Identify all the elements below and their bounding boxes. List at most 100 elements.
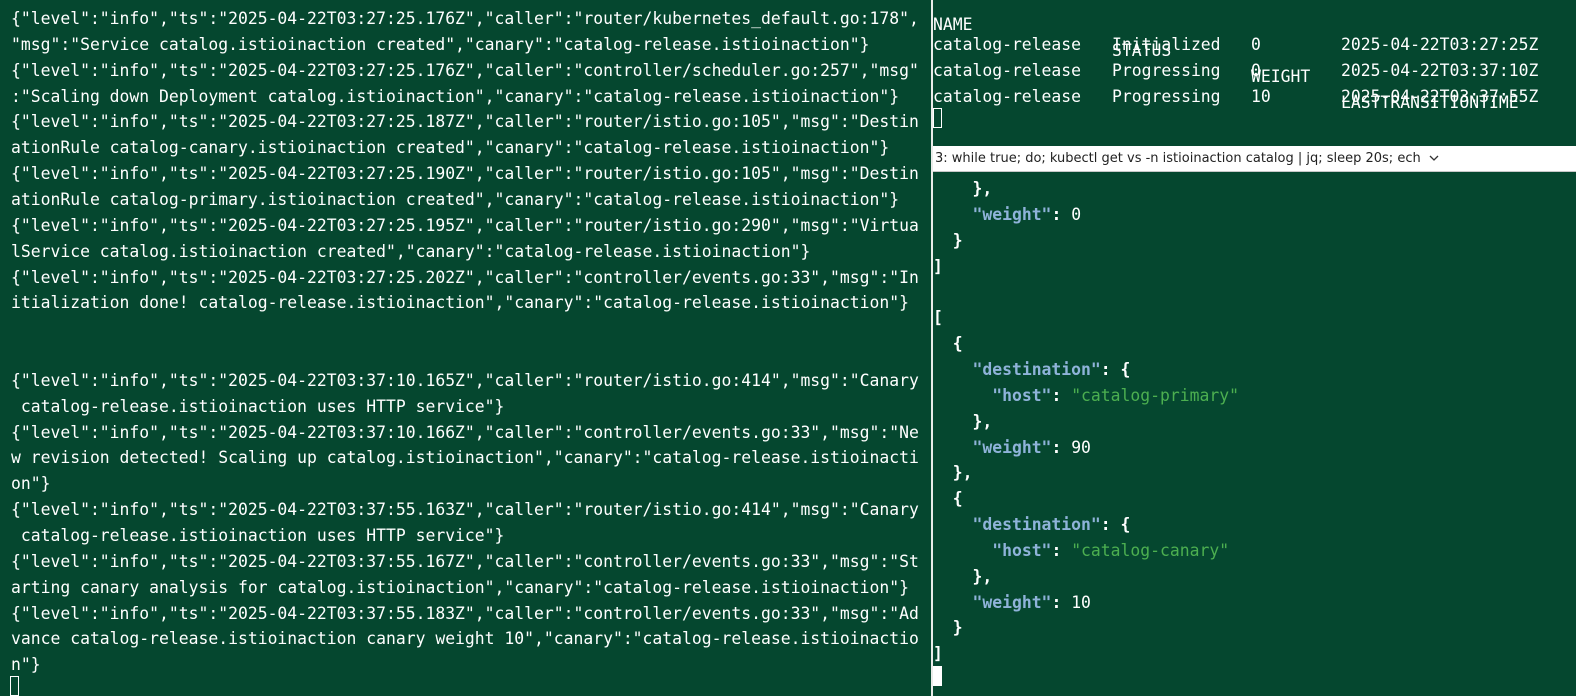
json-line: "weight": 10 xyxy=(933,590,1091,616)
json-punct: } xyxy=(933,618,963,638)
log-line: itialization done! catalog-release.istio… xyxy=(11,293,909,313)
json-string: "catalog-canary" xyxy=(1071,540,1230,560)
json-punct xyxy=(933,386,992,405)
log-line: ationRule catalog-canary.istioinaction c… xyxy=(11,138,890,158)
log-line: {"level":"info","ts":"2025-04-22T03:27:2… xyxy=(11,215,919,235)
log-line: :"Scaling down Deployment catalog.istioi… xyxy=(11,86,900,106)
log-line: n"} xyxy=(11,655,41,675)
json-punct xyxy=(933,515,972,534)
json-string: "catalog-primary" xyxy=(1071,385,1239,405)
json-line: "weight": 0 xyxy=(933,202,1081,228)
cell-weight: 0 xyxy=(1251,61,1261,80)
json-punct: : xyxy=(1051,385,1072,405)
json-punct: ] xyxy=(933,256,943,276)
log-line: catalog-release.istioinaction uses HTTP … xyxy=(11,396,505,416)
json-punct: }, xyxy=(933,566,993,586)
cell-lasttransitiontime: 2025-04-22T03:27:25Z xyxy=(1341,35,1539,54)
json-punct: : { xyxy=(1100,515,1131,535)
json-line: "host": "catalog-canary" xyxy=(933,538,1229,564)
json-number: 90 xyxy=(1071,437,1091,457)
pane-title: 3: while true; do; kubectl get vs -n ist… xyxy=(935,151,1421,166)
cell-weight: 10 xyxy=(1251,87,1271,106)
log-line: {"level":"info","ts":"2025-04-22T03:37:5… xyxy=(11,500,919,520)
cell-lasttransitiontime: 2025-04-22T03:37:10Z xyxy=(1341,61,1539,80)
canary-status-pane[interactable]: NAME STATUS WEIGHT LASTTRANSITIONTIME ca… xyxy=(933,0,1576,146)
log-line: on"} xyxy=(11,474,51,494)
json-punct: : xyxy=(1051,592,1072,612)
json-punct: : { xyxy=(1100,359,1131,379)
json-punct xyxy=(933,593,972,612)
json-key: "weight" xyxy=(972,204,1052,224)
json-key: "host" xyxy=(992,385,1052,405)
log-pane[interactable]: {"level":"info","ts":"2025-04-22T03:27:2… xyxy=(0,0,931,696)
json-line: }, xyxy=(933,176,992,202)
json-line: ] xyxy=(933,254,943,280)
log-line: {"level":"info","ts":"2025-04-22T03:27:2… xyxy=(11,112,919,132)
json-line: { xyxy=(933,331,963,357)
json-line: "destination": { xyxy=(933,512,1130,538)
json-punct: }, xyxy=(933,411,993,431)
json-punct: }, xyxy=(933,179,993,198)
json-line: }, xyxy=(933,460,973,486)
json-punct: : xyxy=(1051,204,1072,224)
json-punct: : xyxy=(1051,437,1072,457)
json-punct: : xyxy=(1051,540,1072,560)
log-line: {"level":"info","ts":"2025-04-22T03:27:2… xyxy=(11,60,919,80)
log-line: {"level":"info","ts":"2025-04-22T03:37:1… xyxy=(11,422,919,442)
json-line: } xyxy=(933,228,963,254)
virtualservice-json-pane[interactable]: }, "weight": 0 }][ { "destination": { "h… xyxy=(933,172,1576,696)
cell-lasttransitiontime: 2025-04-22T03:37:55Z xyxy=(1341,87,1539,106)
cell-weight: 0 xyxy=(1251,35,1261,54)
json-number: 10 xyxy=(1071,592,1091,612)
json-line: }, xyxy=(933,564,992,590)
cell-status: Initialized xyxy=(1112,35,1221,54)
log-line: {"level":"info","ts":"2025-04-22T03:27:2… xyxy=(11,164,919,184)
log-line: arting canary analysis for catalog.istio… xyxy=(11,577,909,597)
json-key: "weight" xyxy=(972,437,1052,457)
json-line: }, xyxy=(933,409,992,435)
cell-name: catalog-release xyxy=(933,61,1082,80)
json-line: [ xyxy=(933,305,943,331)
log-line: {"level":"info","ts":"2025-04-22T03:37:5… xyxy=(11,603,919,623)
log-line: catalog-release.istioinaction uses HTTP … xyxy=(11,526,505,545)
json-punct xyxy=(933,360,972,379)
chevron-down-icon[interactable] xyxy=(1429,155,1439,162)
json-punct xyxy=(933,205,972,224)
json-key: "host" xyxy=(992,540,1052,560)
json-punct: }, xyxy=(933,463,973,483)
log-line: ationRule catalog-primary.istioinaction … xyxy=(11,189,900,209)
json-punct: } xyxy=(933,230,963,250)
json-number: 0 xyxy=(1071,204,1082,224)
cell-name: catalog-release xyxy=(933,87,1082,106)
json-line: { xyxy=(933,486,963,512)
json-punct: ] xyxy=(933,644,943,664)
terminal-cursor xyxy=(933,666,942,686)
log-line: "msg":"Service catalog.istioinaction cre… xyxy=(11,34,870,54)
json-punct: { xyxy=(933,489,963,509)
json-punct: [ xyxy=(933,308,943,328)
cell-status: Progressing xyxy=(1112,87,1221,106)
terminal-cursor xyxy=(933,108,942,128)
json-line: "weight": 90 xyxy=(933,435,1091,461)
json-key: "destination" xyxy=(972,359,1101,379)
json-punct xyxy=(933,438,972,457)
log-line: lService catalog.istioinaction created",… xyxy=(11,241,811,261)
json-line: ] xyxy=(933,641,943,667)
json-key: "destination" xyxy=(972,515,1101,535)
json-line: } xyxy=(933,615,963,641)
json-line: "destination": { xyxy=(933,357,1130,383)
log-line: w revision detected! Scaling up catalog.… xyxy=(11,448,919,468)
log-line: {"level":"info","ts":"2025-04-22T03:37:1… xyxy=(11,370,919,390)
log-line: {"level":"info","ts":"2025-04-22T03:27:2… xyxy=(11,9,919,28)
log-line: vance catalog-release.istioinaction cana… xyxy=(11,629,919,649)
log-line: {"level":"info","ts":"2025-04-22T03:27:2… xyxy=(11,267,919,287)
json-line: "host": "catalog-primary" xyxy=(933,383,1239,409)
cell-name: catalog-release xyxy=(933,35,1082,54)
json-punct xyxy=(933,541,992,560)
cell-status: Progressing xyxy=(1112,61,1221,80)
json-key: "weight" xyxy=(972,592,1052,612)
json-punct: { xyxy=(933,334,963,354)
log-line: {"level":"info","ts":"2025-04-22T03:37:5… xyxy=(11,551,919,571)
terminal-cursor xyxy=(10,676,19,696)
pane-title-bar[interactable]: 3: while true; do; kubectl get vs -n ist… xyxy=(933,146,1576,172)
